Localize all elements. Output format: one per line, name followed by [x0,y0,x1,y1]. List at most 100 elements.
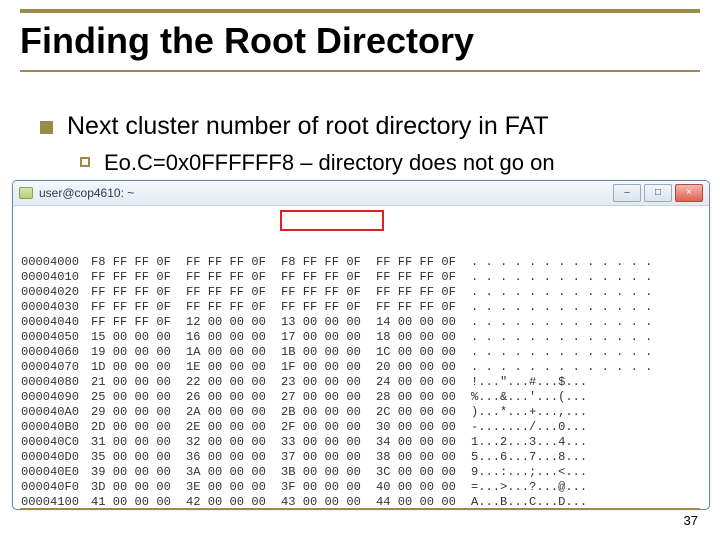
hex-address: 000040C0 [21,435,91,450]
hex-group: 1A 00 00 00 [186,345,281,360]
hex-row: 0000406019 00 00 001A 00 00 001B 00 00 0… [21,345,701,360]
highlight-rectangle [280,210,384,231]
hollow-square-bullet-icon [80,157,90,167]
hex-group: FF FF FF 0F [376,285,471,300]
hex-group: 2C 00 00 00 [376,405,471,420]
hex-group: 20 00 00 00 [376,360,471,375]
hex-group: F8 FF FF 0F [281,255,376,270]
hex-ascii: =...>...?...@... [471,480,587,495]
hex-group: 1C 00 00 00 [376,345,471,360]
hex-address: 000040B0 [21,420,91,435]
hex-group: 1B 00 00 00 [281,345,376,360]
hex-group: 29 00 00 00 [91,405,186,420]
hex-group: 3C 00 00 00 [376,465,471,480]
hex-row: 000040E039 00 00 003A 00 00 003B 00 00 0… [21,465,701,480]
sub-bullet-item: Eo.C=0x0FFFFFF8 – directory does not go … [80,150,700,176]
hex-group: 1E 00 00 00 [186,360,281,375]
hex-row: 00004010FF FF FF 0FFF FF FF 0FFF FF FF 0… [21,270,701,285]
hex-ascii: )...*...+...,... [471,405,587,420]
hex-group: 2F 00 00 00 [281,420,376,435]
hex-group: 3A 00 00 00 [186,465,281,480]
hex-group: 34 00 00 00 [376,435,471,450]
minimize-button[interactable]: – [613,184,641,202]
window-title: user@cop4610: ~ [39,186,613,200]
hex-ascii: . . . . . . . . . . . . . [471,360,652,375]
terminal-window: user@cop4610: ~ – □ × 00004000F8 FF FF 0… [12,180,710,510]
hex-group: 32 00 00 00 [186,435,281,450]
hex-ascii: . . . . . . . . . . . . . [471,330,652,345]
hex-address: 000040D0 [21,450,91,465]
hex-group: F8 FF FF 0F [91,255,186,270]
hex-address: 00004010 [21,270,91,285]
hex-group: 33 00 00 00 [281,435,376,450]
hex-group: 40 00 00 00 [376,480,471,495]
hex-row: 000040B02D 00 00 002E 00 00 002F 00 00 0… [21,420,701,435]
hex-row: 000040D035 00 00 0036 00 00 0037 00 00 0… [21,450,701,465]
hex-group: FF FF FF 0F [91,270,186,285]
hex-row: 00004020FF FF FF 0FFF FF FF 0FFF FF FF 0… [21,285,701,300]
hex-ascii: %...&...'...(... [471,390,587,405]
hex-group: 22 00 00 00 [186,375,281,390]
top-rule [20,9,700,13]
slide: Finding the Root Directory Next cluster … [0,0,720,540]
hex-ascii: 9...:...;...<... [471,465,587,480]
hex-group: 14 00 00 00 [376,315,471,330]
hex-group: FF FF FF 0F [186,285,281,300]
hex-group: 13 00 00 00 [281,315,376,330]
hex-row: 00004000F8 FF FF 0FFF FF FF 0FF8 FF FF 0… [21,255,701,270]
hex-group: 3D 00 00 00 [91,480,186,495]
hex-group: 37 00 00 00 [281,450,376,465]
titlebar[interactable]: user@cop4610: ~ – □ × [13,181,709,206]
hex-group: FF FF FF 0F [186,270,281,285]
hex-address: 00004060 [21,345,91,360]
hex-group: 24 00 00 00 [376,375,471,390]
close-button[interactable]: × [675,184,703,202]
hex-group: FF FF FF 0F [91,285,186,300]
hex-address: 00004070 [21,360,91,375]
hex-row: 000040C031 00 00 0032 00 00 0033 00 00 0… [21,435,701,450]
hex-ascii: -......./...0... [471,420,587,435]
hex-group: 16 00 00 00 [186,330,281,345]
hex-address: 00004040 [21,315,91,330]
hex-group: FF FF FF 0F [91,300,186,315]
page-number: 37 [684,513,698,528]
hex-address: 00004000 [21,255,91,270]
hex-address: 00004030 [21,300,91,315]
hex-row: 0000405015 00 00 0016 00 00 0017 00 00 0… [21,330,701,345]
hex-group: FF FF FF 0F [281,285,376,300]
hex-row: 000040F03D 00 00 003E 00 00 003F 00 00 0… [21,480,701,495]
bullet-text: Next cluster number of root directory in… [67,112,549,141]
maximize-button[interactable]: □ [644,184,672,202]
hex-group: 2D 00 00 00 [91,420,186,435]
hex-group: FF FF FF 0F [281,270,376,285]
bullet-item: Next cluster number of root directory in… [40,112,700,141]
hex-group: 30 00 00 00 [376,420,471,435]
hex-group: FF FF FF 0F [91,315,186,330]
hex-group: 3B 00 00 00 [281,465,376,480]
hex-ascii: . . . . . . . . . . . . . [471,300,652,315]
hex-group: FF FF FF 0F [376,270,471,285]
hex-group: 17 00 00 00 [281,330,376,345]
hex-address: 000040F0 [21,480,91,495]
sub-bullet-text: Eo.C=0x0FFFFFF8 – directory does not go … [104,150,555,176]
hex-group: 19 00 00 00 [91,345,186,360]
hex-address: 00004020 [21,285,91,300]
hex-group: 2B 00 00 00 [281,405,376,420]
hex-row: 0000408021 00 00 0022 00 00 0023 00 00 0… [21,375,701,390]
hex-group: 35 00 00 00 [91,450,186,465]
hex-ascii: 5...6...7...8... [471,450,587,465]
window-controls: – □ × [613,184,703,202]
hex-group: 26 00 00 00 [186,390,281,405]
hex-group: FF FF FF 0F [281,300,376,315]
hex-row: 000040A029 00 00 002A 00 00 002B 00 00 0… [21,405,701,420]
hex-group: 39 00 00 00 [91,465,186,480]
hex-group: 25 00 00 00 [91,390,186,405]
hex-group: FF FF FF 0F [186,300,281,315]
hex-group: 2E 00 00 00 [186,420,281,435]
hex-group: 27 00 00 00 [281,390,376,405]
hex-group: FF FF FF 0F [376,255,471,270]
hex-group: 23 00 00 00 [281,375,376,390]
terminal-icon [19,187,33,199]
hex-ascii: . . . . . . . . . . . . . [471,315,652,330]
hex-group: 28 00 00 00 [376,390,471,405]
